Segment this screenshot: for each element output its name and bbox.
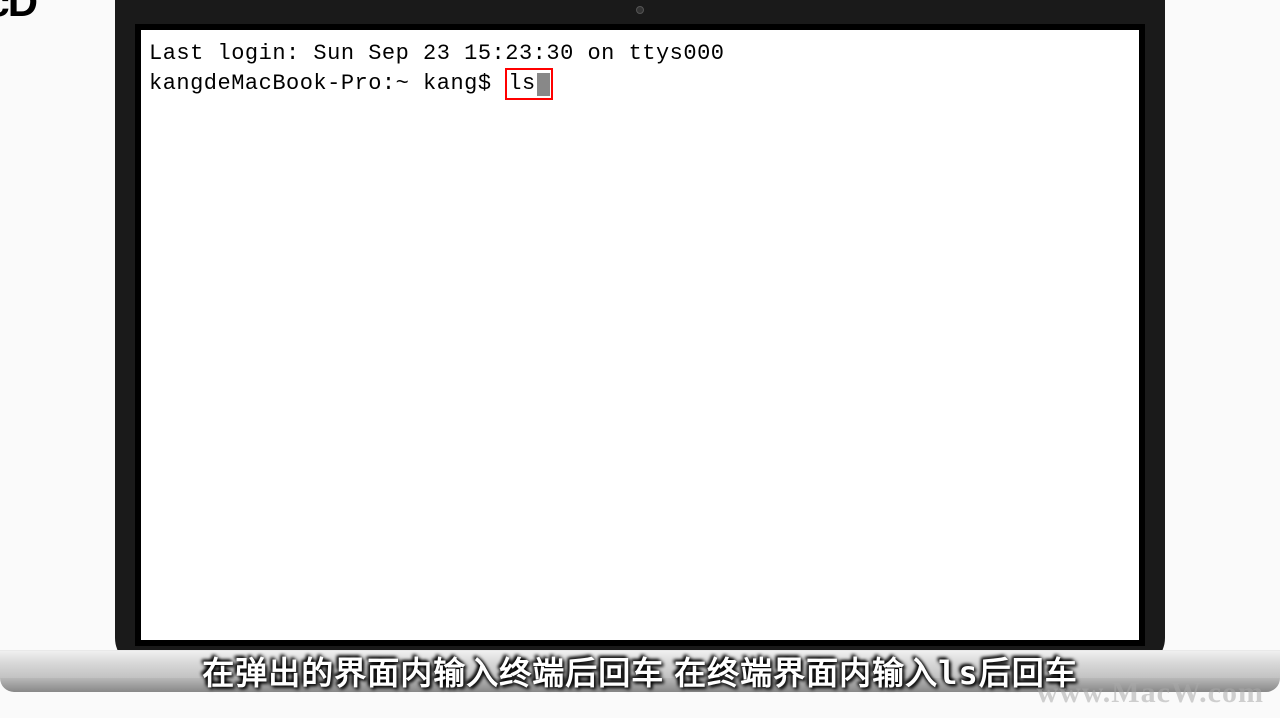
shell-prompt: kangdeMacBook-Pro:~ kang$ (149, 71, 505, 96)
screen-bezel: Last login: Sun Sep 23 15:23:30 on ttys0… (135, 24, 1145, 646)
macbook-frame: Last login: Sun Sep 23 15:23:30 on ttys0… (115, 0, 1165, 668)
terminal-window[interactable]: Last login: Sun Sep 23 15:23:30 on ttys0… (141, 30, 1139, 640)
corner-cropped-text: acD (0, 0, 36, 26)
typed-command: ls (508, 70, 535, 98)
watermark-text: www.MacW.com (1036, 676, 1264, 710)
command-highlight-box: ls (505, 68, 552, 100)
last-login-line: Last login: Sun Sep 23 15:23:30 on ttys0… (149, 41, 725, 66)
camera-icon (636, 6, 644, 14)
cursor-icon (537, 73, 550, 96)
caption-command: ls (938, 654, 979, 692)
caption-text-left: 在弹出的界面内输入终端后回车 在终端界面内输入 (202, 655, 938, 691)
